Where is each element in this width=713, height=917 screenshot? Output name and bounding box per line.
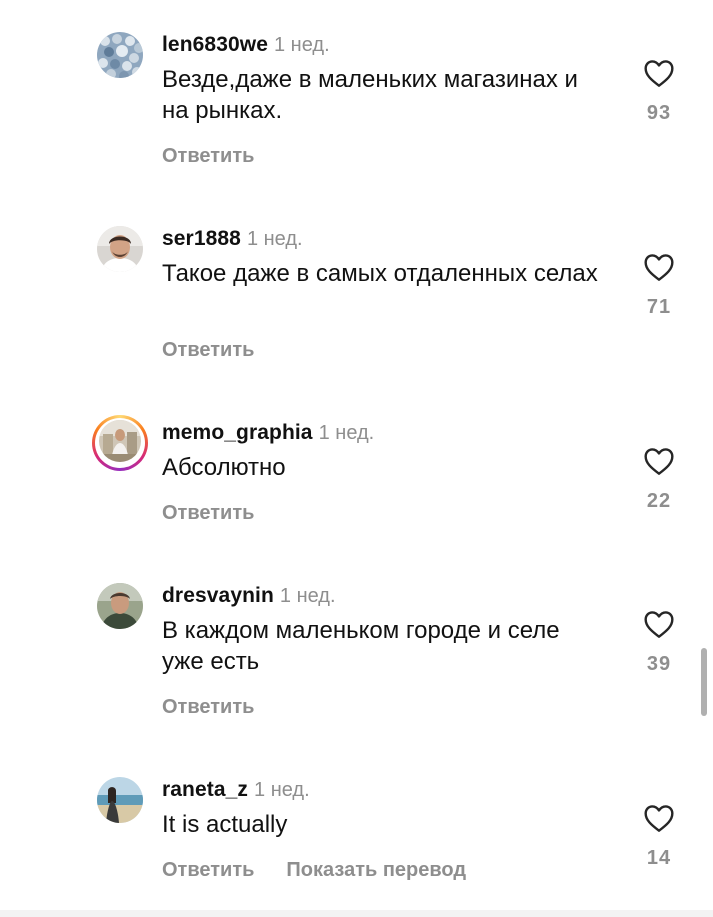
comment-text: Абсолютно [162, 454, 286, 481]
comment-actions: Ответить [162, 144, 254, 168]
timestamp: 1 нед. [273, 34, 330, 56]
comment-header: raneta_z 1 нед. [162, 777, 310, 803]
like-control: 22 [640, 446, 678, 513]
divider [0, 910, 713, 917]
like-count: 22 [646, 490, 672, 512]
timestamp: 1 нед. [246, 228, 303, 250]
comment-actions: Ответить [162, 695, 254, 719]
like-control: 93 [640, 58, 678, 125]
comment-header: ser1888 1 нед. [162, 226, 303, 252]
like-count: 14 [646, 847, 672, 869]
reply-button[interactable]: Ответить [162, 501, 254, 525]
comment-header: len6830we 1 нед. [162, 32, 330, 58]
avatar[interactable] [97, 777, 143, 823]
username[interactable]: raneta_z [162, 778, 248, 801]
timestamp: 1 нед. [254, 779, 310, 801]
like-control: 71 [640, 252, 678, 319]
like-control: 14 [640, 803, 678, 870]
reply-button[interactable]: Ответить [162, 338, 254, 362]
reply-button[interactable]: Ответить [162, 695, 254, 719]
show-translation-button[interactable]: Показать перевод [286, 858, 466, 882]
comment-actions: Ответить [162, 338, 254, 362]
username[interactable]: ser1888 [162, 227, 241, 250]
heart-icon[interactable] [643, 58, 675, 88]
avatar[interactable] [97, 32, 143, 78]
like-control: 39 [640, 609, 678, 676]
reply-button[interactable]: Ответить [162, 144, 254, 168]
like-count: 93 [646, 102, 672, 124]
avatar[interactable] [99, 420, 141, 462]
comment-header: memo_graphia 1 нед. [162, 420, 374, 446]
comment-text: Такое даже в самых отдаленных селах [162, 260, 598, 287]
avatar[interactable] [97, 226, 143, 272]
timestamp: 1 нед. [279, 585, 336, 607]
like-count: 39 [646, 653, 672, 675]
comment-text: В каждом маленьком городе и селе уже ест… [162, 617, 560, 675]
heart-icon[interactable] [643, 803, 675, 833]
heart-icon[interactable] [643, 252, 675, 282]
comment-header: dresvaynin 1 нед. [162, 583, 336, 609]
username[interactable]: len6830we [162, 33, 268, 56]
avatar[interactable] [97, 583, 143, 629]
scrollbar[interactable] [701, 648, 707, 716]
comment-text: Везде,даже в маленьких магазинах и на ры… [162, 66, 578, 124]
heart-icon[interactable] [643, 446, 675, 476]
timestamp: 1 нед. [318, 422, 375, 444]
comment-actions: Ответить Показать перевод [162, 858, 466, 882]
username[interactable]: dresvaynin [162, 584, 274, 607]
comment-text: It is actually [162, 811, 288, 838]
comment-actions: Ответить [162, 501, 254, 525]
username[interactable]: memo_graphia [162, 421, 313, 444]
reply-button[interactable]: Ответить [162, 858, 254, 882]
heart-icon[interactable] [643, 609, 675, 639]
like-count: 71 [646, 296, 672, 318]
